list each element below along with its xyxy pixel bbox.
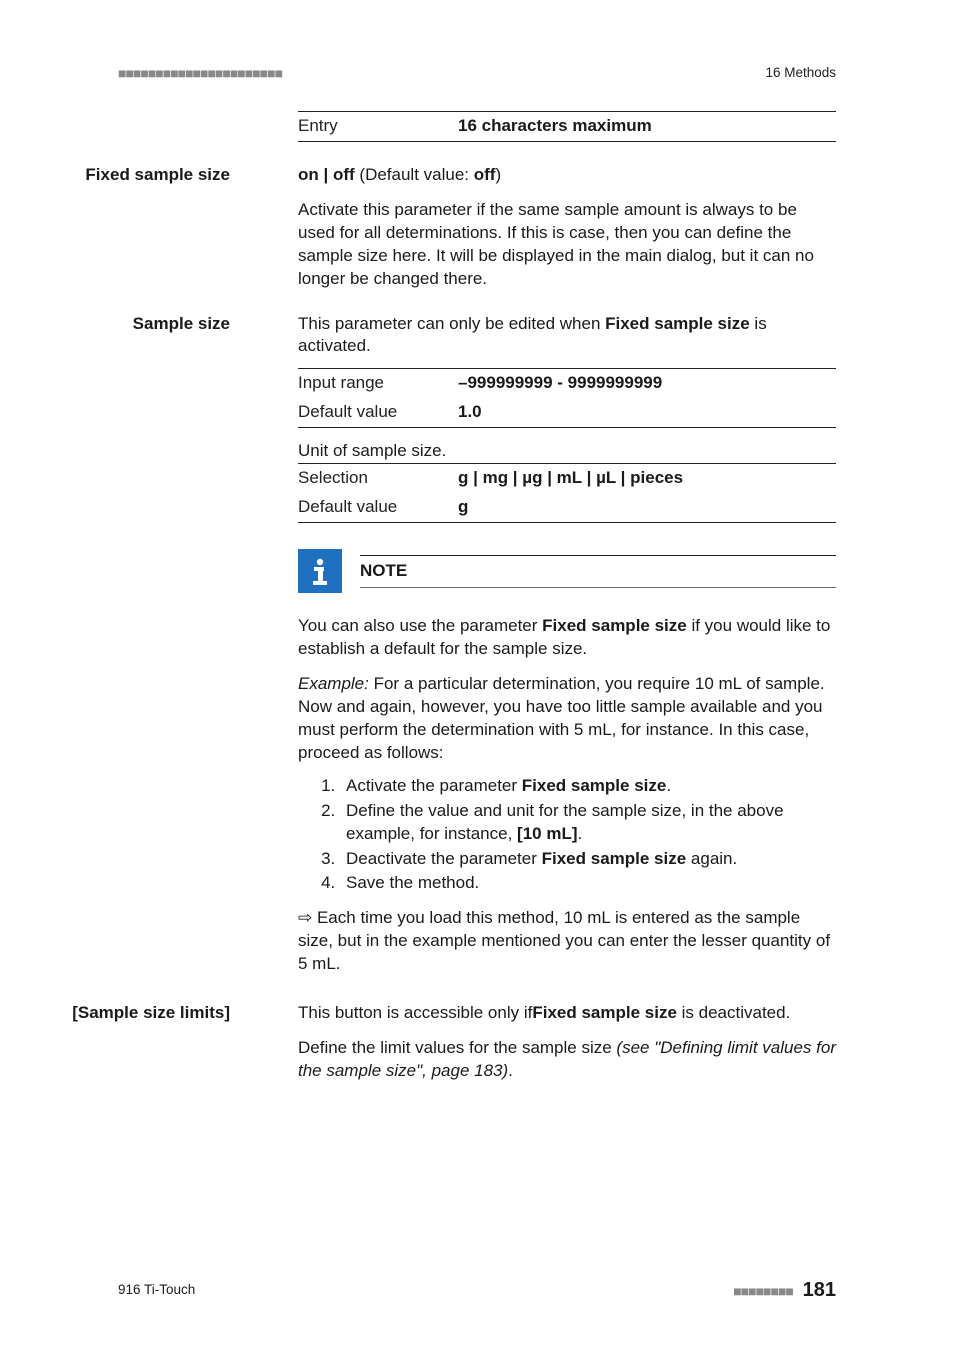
note-step-4: Save the method.	[340, 872, 836, 895]
fixed-sample-size-description: Activate this parameter if the same samp…	[298, 199, 836, 291]
right-arrow-icon: ⇨	[298, 908, 312, 927]
note-steps: Activate the parameter Fixed sample size…	[298, 775, 836, 896]
sample-size-intro-prefix: This parameter can only be edited when	[298, 314, 605, 333]
sample-size-range-table: Input range –999999999 - 9999999999 Defa…	[298, 368, 836, 428]
note-step-3-bold: Fixed sample size	[542, 849, 687, 868]
note-step-2-suffix: .	[578, 824, 583, 843]
header-section: 16 Methods	[765, 64, 836, 82]
limits-p1: This button is accessible only ifFixed s…	[298, 1002, 836, 1025]
note-p1-prefix: You can also use the parameter	[298, 616, 542, 635]
range-label-default: Default value	[298, 398, 458, 427]
toggle-onoff: on | off	[298, 165, 355, 184]
note-step-1-prefix: Activate the parameter	[346, 776, 522, 795]
limits-p1-suffix: is deactivated.	[677, 1003, 790, 1022]
entry-label: Entry	[298, 111, 458, 141]
note-block: NOTE You can also use the parameter Fixe…	[298, 549, 836, 976]
sample-size-intro-bold: Fixed sample size	[605, 314, 750, 333]
unit-value-selection: g | mg | µg | mL | µL | pieces	[458, 464, 836, 493]
sample-size-limits-heading: [Sample size limits]	[0, 1002, 230, 1025]
note-step-1: Activate the parameter Fixed sample size…	[340, 775, 836, 798]
note-result: ⇨ Each time you load this method, 10 mL …	[298, 907, 836, 976]
note-title: NOTE	[360, 555, 836, 588]
note-step-3: Deactivate the parameter Fixed sample si…	[340, 848, 836, 871]
entry-table: Entry 16 characters maximum	[298, 111, 836, 142]
default-label: (Default value:	[355, 165, 474, 184]
note-step-3-suffix: again.	[686, 849, 737, 868]
sample-size-unit-table: Selection g | mg | µg | mL | µL | pieces…	[298, 463, 836, 523]
range-value-input: –999999999 - 9999999999	[458, 369, 836, 398]
unit-label-default: Default value	[298, 493, 458, 522]
fixed-sample-size-heading: Fixed sample size	[0, 164, 230, 187]
note-step-1-suffix: .	[666, 776, 671, 795]
range-label-input: Input range	[298, 369, 458, 398]
limits-p1-prefix: This button is accessible only if	[298, 1003, 532, 1022]
note-step-2: Define the value and unit for the sample…	[340, 800, 836, 846]
footer-product: 916 Ti-Touch	[118, 1281, 195, 1299]
unit-value-default: g	[458, 493, 836, 522]
unit-caption: Unit of sample size.	[298, 440, 836, 463]
limits-p2-prefix: Define the limit values for the sample s…	[298, 1038, 616, 1057]
info-icon	[298, 549, 342, 593]
footer-page-number: 181	[803, 1279, 836, 1301]
entry-value: 16 characters maximum	[458, 111, 836, 141]
page-header: ■■■■■■■■■■■■■■■■■■■■■■ 16 Methods	[118, 64, 836, 83]
default-value: off	[474, 165, 496, 184]
note-step-3-prefix: Deactivate the parameter	[346, 849, 542, 868]
note-step-1-bold: Fixed sample size	[522, 776, 667, 795]
header-dashes: ■■■■■■■■■■■■■■■■■■■■■■	[118, 64, 282, 83]
limits-p2: Define the limit values for the sample s…	[298, 1037, 836, 1083]
close-paren: )	[495, 165, 501, 184]
page-footer: 916 Ti-Touch ■■■■■■■■ 181	[118, 1277, 836, 1304]
note-step-2-bold: [10 mL]	[517, 824, 577, 843]
footer-dashes: ■■■■■■■■	[733, 1283, 793, 1299]
range-value-default: 1.0	[458, 398, 836, 427]
sample-size-intro: This parameter can only be edited when F…	[298, 313, 836, 359]
note-p1: You can also use the parameter Fixed sam…	[298, 615, 836, 661]
sample-size-heading: Sample size	[0, 313, 230, 336]
note-result-body: Each time you load this method, 10 mL is…	[298, 908, 830, 973]
limits-p2-suffix: .	[508, 1061, 513, 1080]
limits-p1-bold: Fixed sample size	[532, 1003, 677, 1022]
note-p1-bold: Fixed sample size	[542, 616, 687, 635]
fixed-sample-size-toggle: on | off (Default value: off)	[298, 164, 836, 187]
note-p2-body: For a particular determination, you requ…	[298, 674, 825, 762]
note-p2-lead: Example:	[298, 674, 369, 693]
note-p2: Example: For a particular determination,…	[298, 673, 836, 765]
unit-label-selection: Selection	[298, 464, 458, 493]
